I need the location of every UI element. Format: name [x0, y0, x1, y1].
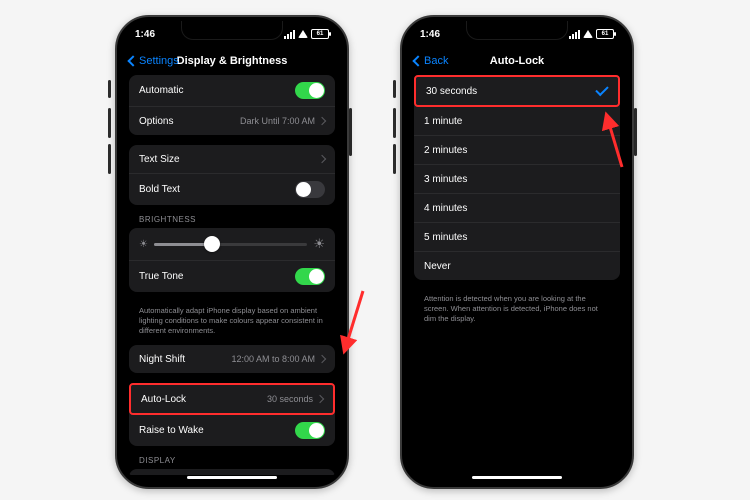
status-time: 1:46: [420, 29, 440, 40]
autolock-option[interactable]: 30 seconds: [414, 75, 620, 107]
group-night-shift: Night Shift 12:00 AM to 8:00 AM: [129, 345, 335, 373]
check-icon: [595, 83, 608, 96]
option-label: Never: [424, 261, 451, 272]
phone-display-brightness: 1:46 61 Settings Display & Brightness Au…: [115, 15, 349, 489]
annotation-arrow: [602, 115, 632, 178]
battery-icon: 61: [311, 29, 329, 39]
footer-true-tone: Automatically adapt iPhone display based…: [129, 302, 335, 335]
autolock-option[interactable]: Never: [414, 252, 620, 280]
chevron-right-icon: [316, 395, 324, 403]
nav-back-label: Back: [424, 55, 448, 67]
footer-autolock: Attention is detected when you are looki…: [414, 290, 620, 323]
nav-bar: Back Auto-Lock: [406, 47, 628, 75]
wifi-icon: [583, 30, 593, 38]
chevron-right-icon: [318, 117, 326, 125]
chevron-right-icon: [318, 155, 326, 163]
group-display: Display Zoom Default: [129, 469, 335, 475]
nav-bar: Settings Display & Brightness: [121, 47, 343, 75]
row-brightness-slider[interactable]: ☀ ☀: [129, 228, 335, 261]
row-auto-lock[interactable]: Auto-Lock 30 seconds: [129, 383, 335, 415]
row-bold-text[interactable]: Bold Text: [129, 174, 335, 205]
autolock-option[interactable]: 1 minute: [414, 107, 620, 136]
chevron-left-icon: [127, 55, 138, 66]
mute-switch: [108, 80, 111, 98]
battery-icon: 61: [596, 29, 614, 39]
row-text-size[interactable]: Text Size: [129, 145, 335, 174]
option-label: 2 minutes: [424, 145, 467, 156]
option-label: 3 minutes: [424, 174, 467, 185]
mute-switch: [393, 80, 396, 98]
status-time: 1:46: [135, 29, 155, 40]
power-button: [634, 108, 637, 156]
row-options[interactable]: Options Dark Until 7:00 AM: [129, 107, 335, 135]
page-title: Auto-Lock: [490, 55, 544, 67]
home-indicator[interactable]: [187, 476, 277, 479]
page-title: Display & Brightness: [177, 55, 288, 67]
nav-back-label: Settings: [139, 55, 179, 67]
header-brightness: BRIGHTNESS: [129, 215, 335, 228]
wifi-icon: [298, 30, 308, 38]
option-label: 5 minutes: [424, 232, 467, 243]
option-label: 1 minute: [424, 116, 462, 127]
toggle-true-tone[interactable]: [295, 268, 325, 285]
row-night-shift[interactable]: Night Shift 12:00 AM to 8:00 AM: [129, 345, 335, 373]
option-label: 4 minutes: [424, 203, 467, 214]
autolock-option[interactable]: 4 minutes: [414, 194, 620, 223]
signal-icon: [284, 30, 295, 39]
brightness-slider[interactable]: [154, 243, 307, 246]
chevron-left-icon: [412, 55, 423, 66]
row-automatic[interactable]: Automatic: [129, 75, 335, 107]
power-button: [349, 108, 352, 156]
volume-down-button: [393, 144, 396, 174]
group-autolock-options: 30 seconds 1 minute 2 minutes 3 minutes 4 mi…: [414, 75, 620, 280]
group-brightness: ☀ ☀ True Tone: [129, 228, 335, 292]
signal-icon: [569, 30, 580, 39]
row-true-tone[interactable]: True Tone: [129, 261, 335, 292]
notch: [466, 21, 568, 40]
notch: [181, 21, 283, 40]
slider-thumb[interactable]: [204, 236, 220, 252]
volume-down-button: [108, 144, 111, 174]
toggle-automatic[interactable]: [295, 82, 325, 99]
volume-up-button: [108, 108, 111, 138]
autolock-option[interactable]: 3 minutes: [414, 165, 620, 194]
row-display-zoom[interactable]: Display Zoom Default: [129, 469, 335, 475]
nav-back-button[interactable]: Settings: [129, 55, 179, 67]
group-text: Text Size Bold Text: [129, 145, 335, 205]
nav-back-button[interactable]: Back: [414, 55, 448, 67]
row-raise-to-wake[interactable]: Raise to Wake: [129, 415, 335, 446]
autolock-option[interactable]: 5 minutes: [414, 223, 620, 252]
autolock-option[interactable]: 2 minutes: [414, 136, 620, 165]
phone-auto-lock: 1:46 61 Back Auto-Lock 30 seconds 1 minut…: [400, 15, 634, 489]
group-lock: Auto-Lock 30 seconds Raise to Wake: [129, 383, 335, 446]
volume-up-button: [393, 108, 396, 138]
annotation-arrow: [341, 288, 371, 361]
group-appearance: Automatic Options Dark Until 7:00 AM: [129, 75, 335, 135]
sun-min-icon: ☀: [139, 239, 148, 250]
toggle-bold-text[interactable]: [295, 181, 325, 198]
header-display: DISPLAY: [129, 456, 335, 469]
chevron-right-icon: [318, 355, 326, 363]
home-indicator[interactable]: [472, 476, 562, 479]
toggle-raise-to-wake[interactable]: [295, 422, 325, 439]
option-label: 30 seconds: [426, 86, 477, 97]
sun-max-icon: ☀: [313, 236, 325, 252]
